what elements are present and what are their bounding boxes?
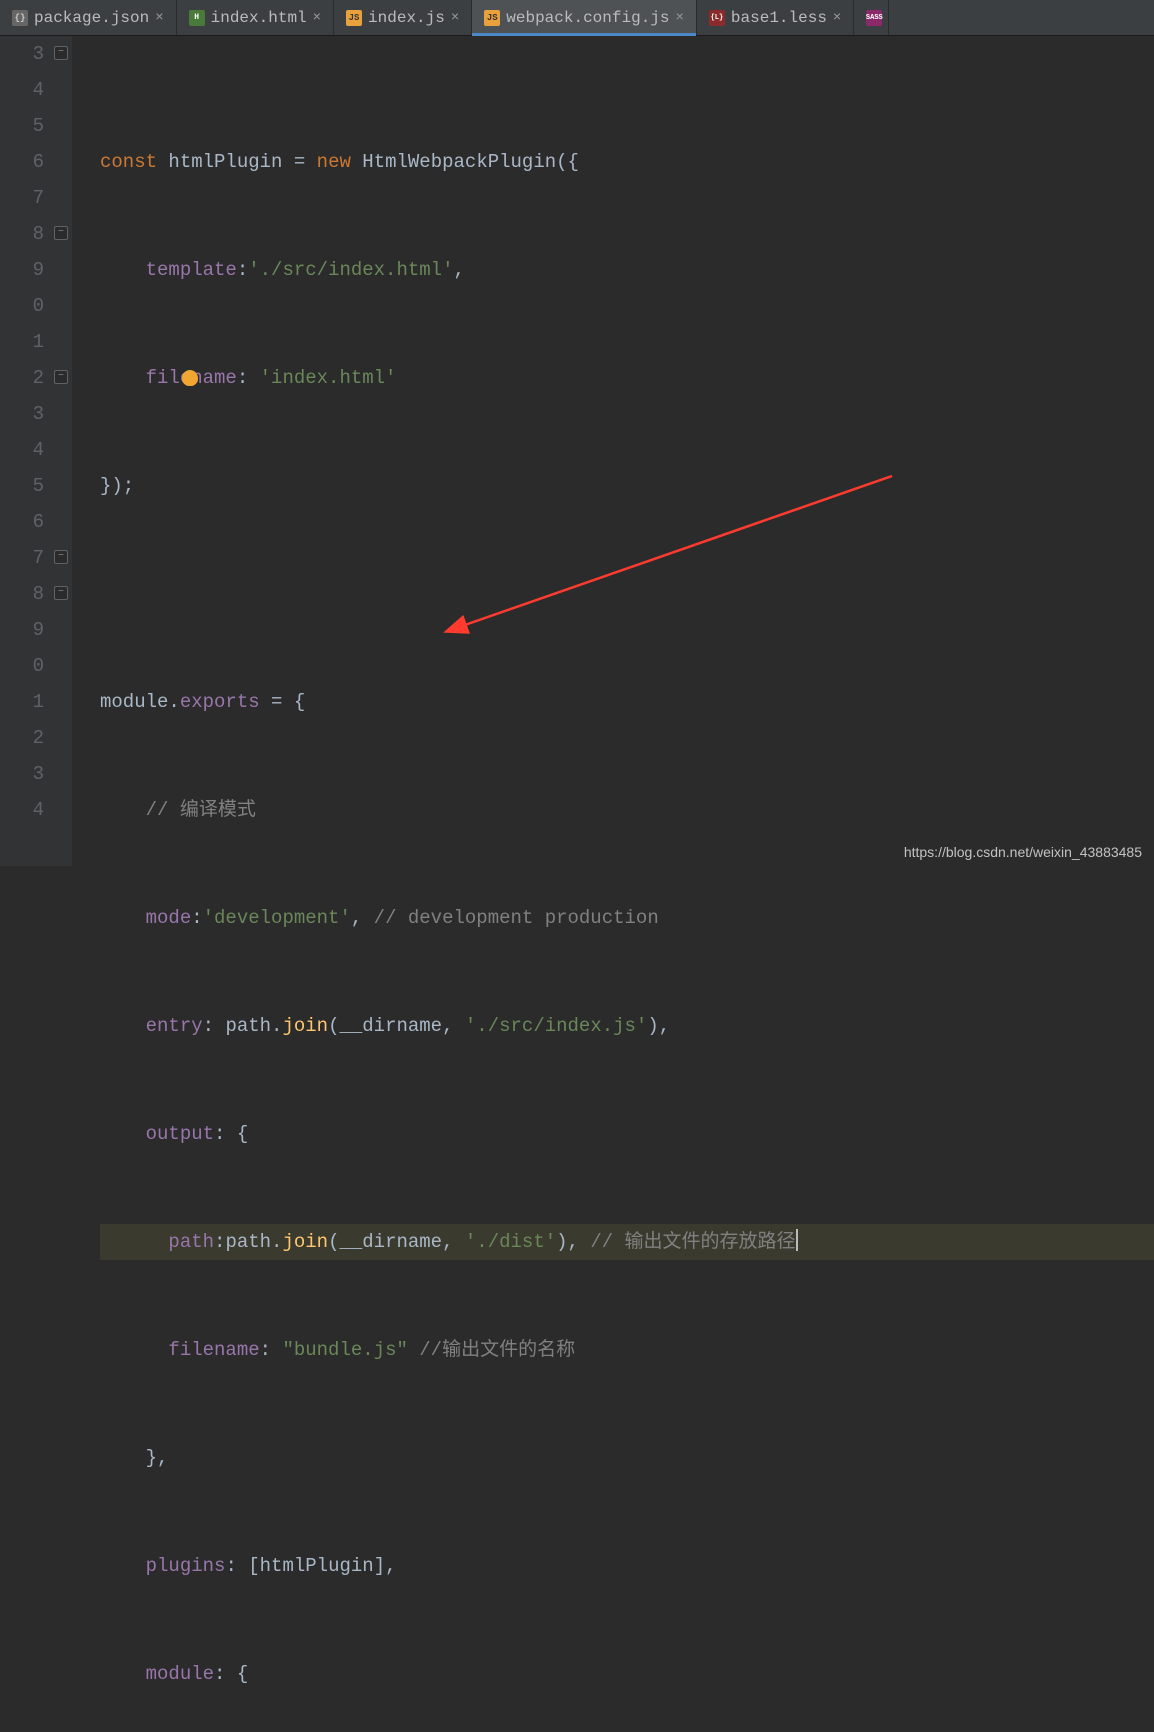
line-number: 5 — [0, 468, 44, 504]
line-number: 2− — [0, 360, 44, 396]
line-number: 9 — [0, 612, 44, 648]
sass-icon: SASS — [866, 10, 882, 26]
close-icon[interactable]: × — [155, 10, 163, 26]
code-line: plugins: [htmlPlugin], — [100, 1548, 1154, 1584]
line-number: 3 — [0, 396, 44, 432]
line-gutter: 3− 4 5 6 7 8− 9 0 1 2− 3 4 5 6 7− 8− 9 0… — [0, 36, 72, 866]
line-number: 8− — [0, 216, 44, 252]
code-line: module.exports = { — [100, 684, 1154, 720]
code-line: // 编译模式 — [100, 792, 1154, 828]
close-icon[interactable]: × — [451, 10, 459, 26]
code-area[interactable]: const htmlPlugin = new HtmlWebpackPlugin… — [72, 36, 1154, 866]
code-line: filename: "bundle.js" //输出文件的名称 — [100, 1332, 1154, 1368]
tab-index-js[interactable]: JS index.js × — [334, 0, 472, 35]
tab-sass[interactable]: SASS — [854, 0, 889, 35]
line-number: 5 — [0, 108, 44, 144]
code-line: module: { — [100, 1656, 1154, 1692]
tab-label: package.json — [34, 9, 149, 27]
fold-icon[interactable]: − — [54, 586, 68, 600]
tab-label: index.html — [211, 9, 307, 27]
tab-webpack-config-js[interactable]: JS webpack.config.js × — [472, 0, 697, 35]
close-icon[interactable]: × — [313, 10, 321, 26]
tab-bar: {} package.json × H index.html × JS inde… — [0, 0, 1154, 36]
line-number: 9 — [0, 252, 44, 288]
fold-icon[interactable]: − — [54, 226, 68, 240]
code-line: filename: 'index.html' — [100, 360, 1154, 396]
fold-icon[interactable]: − — [54, 370, 68, 384]
text-cursor — [796, 1229, 798, 1251]
tab-label: index.js — [368, 9, 445, 27]
tab-label: webpack.config.js — [506, 9, 669, 27]
tab-package-json[interactable]: {} package.json × — [0, 0, 177, 35]
js-icon: JS — [346, 10, 362, 26]
fold-icon[interactable]: − — [54, 46, 68, 60]
code-line: template:'./src/index.html', — [100, 252, 1154, 288]
line-number: 4 — [0, 432, 44, 468]
code-line: output: { — [100, 1116, 1154, 1152]
line-number: 1 — [0, 324, 44, 360]
fold-icon[interactable]: − — [54, 550, 68, 564]
code-line: entry: path.join(__dirname, './src/index… — [100, 1008, 1154, 1044]
less-icon: {L} — [709, 10, 725, 26]
line-number: 1 — [0, 684, 44, 720]
close-icon[interactable]: × — [833, 10, 841, 26]
line-number: 3 — [0, 756, 44, 792]
tab-base1-less[interactable]: {L} base1.less × — [697, 0, 854, 35]
line-number: 3− — [0, 36, 44, 72]
line-number: 8− — [0, 576, 44, 612]
line-number: 2 — [0, 720, 44, 756]
close-icon[interactable]: × — [676, 10, 684, 26]
line-number: 4 — [0, 792, 44, 828]
js-icon: JS — [484, 10, 500, 26]
line-number: 0 — [0, 288, 44, 324]
code-editor[interactable]: 3− 4 5 6 7 8− 9 0 1 2− 3 4 5 6 7− 8− 9 0… — [0, 36, 1154, 866]
intention-bulb-icon[interactable] — [182, 370, 198, 386]
html-icon: H — [189, 10, 205, 26]
line-number: 4 — [0, 72, 44, 108]
code-line: mode:'development', // development produ… — [100, 900, 1154, 936]
code-line: const htmlPlugin = new HtmlWebpackPlugin… — [100, 144, 1154, 180]
line-number: 7 — [0, 180, 44, 216]
code-line-highlighted: path:path.join(__dirname, './dist'), // … — [100, 1224, 1154, 1260]
line-number: 6 — [0, 144, 44, 180]
code-line: }); — [100, 468, 1154, 504]
line-number: 6 — [0, 504, 44, 540]
tab-label: base1.less — [731, 9, 827, 27]
code-line: }, — [100, 1440, 1154, 1476]
line-number: 7− — [0, 540, 44, 576]
watermark: https://blog.csdn.net/weixin_43883485 — [904, 844, 1142, 860]
code-line — [100, 576, 1154, 612]
json-icon: {} — [12, 10, 28, 26]
line-number: 0 — [0, 648, 44, 684]
tab-index-html[interactable]: H index.html × — [177, 0, 334, 35]
